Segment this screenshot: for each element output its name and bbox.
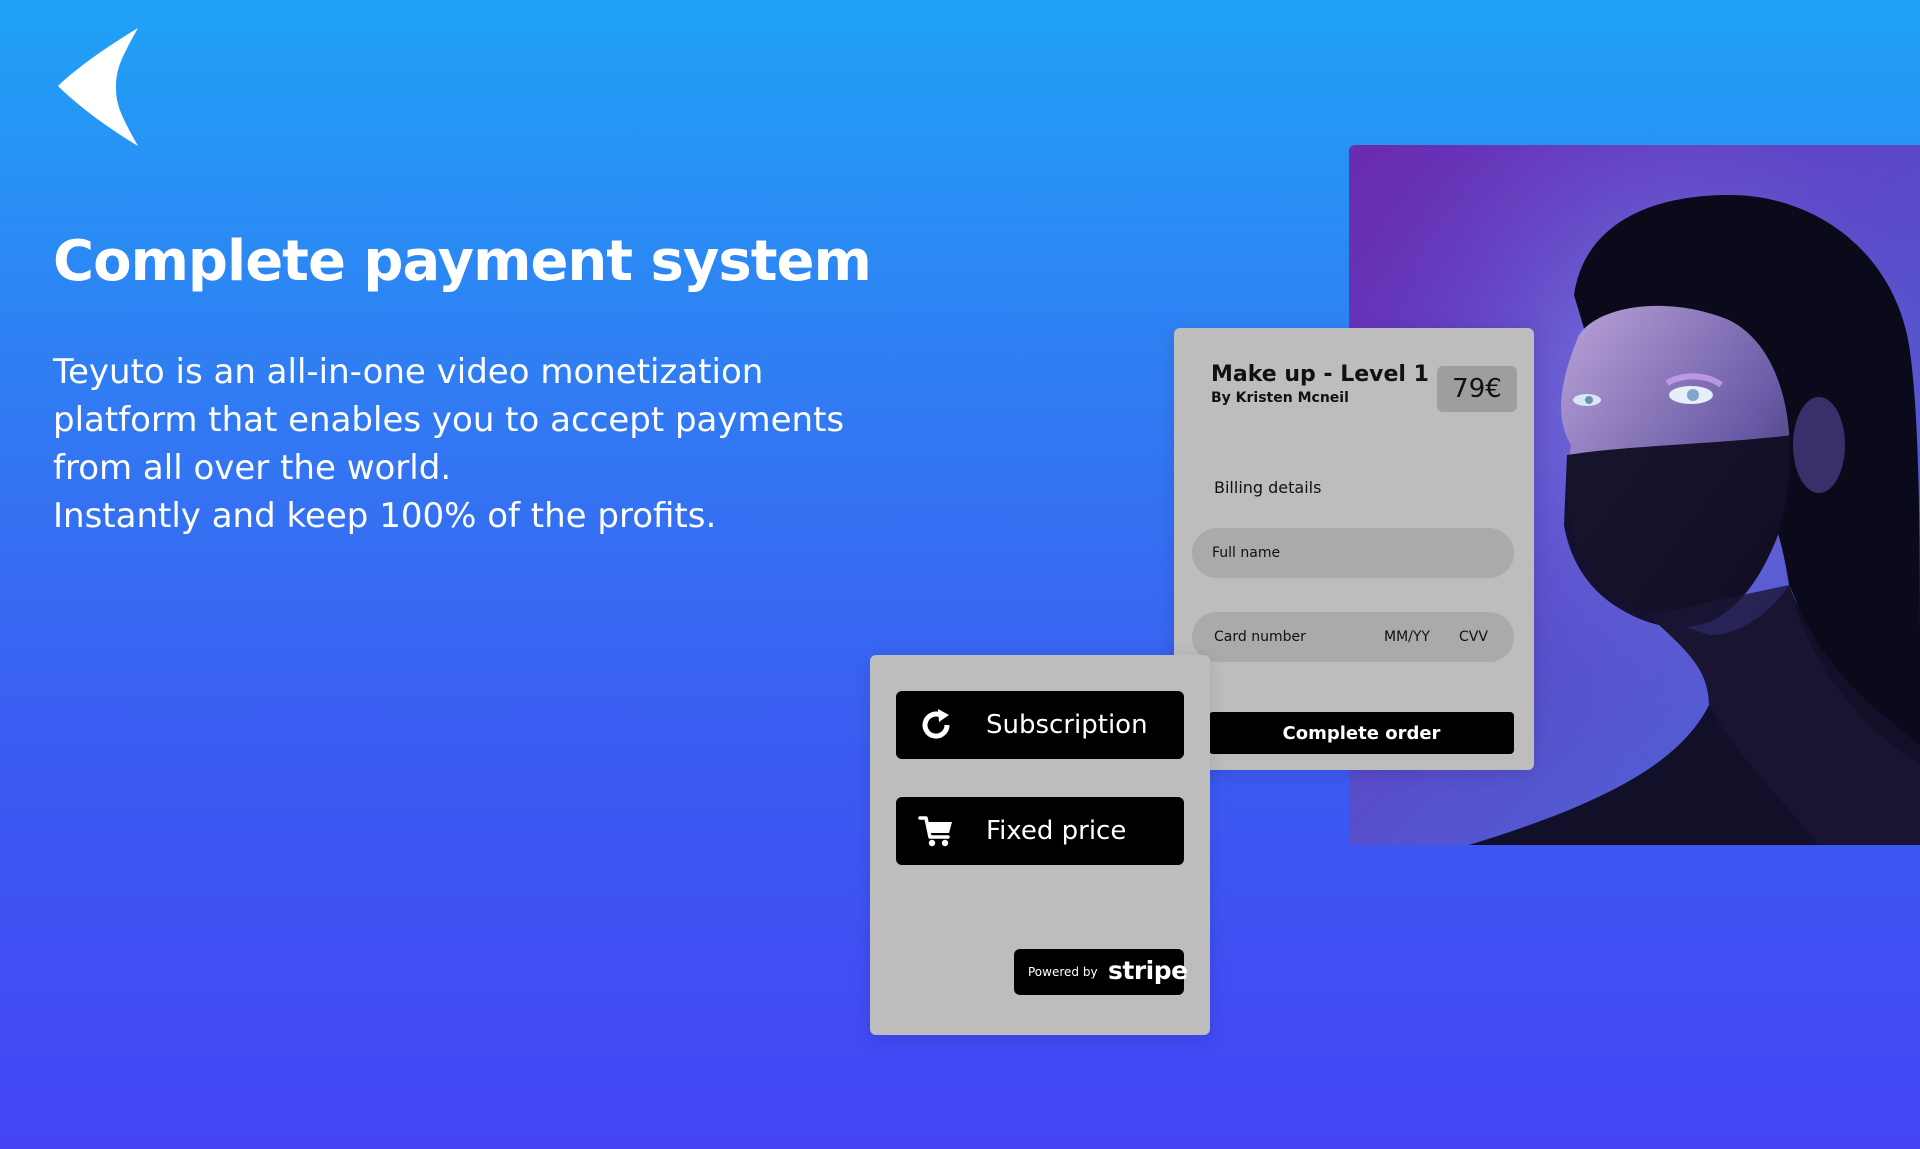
subscription-button[interactable]: Subscription bbox=[896, 691, 1184, 759]
description-line: Teyuto is an all-in-one video monetizati… bbox=[53, 352, 764, 392]
stripe-logo: stripe bbox=[1108, 956, 1188, 985]
cvv-placeholder: CVV bbox=[1459, 629, 1488, 645]
complete-order-button[interactable]: Complete order bbox=[1209, 712, 1514, 754]
description-line: Instantly and keep 100% of the profits. bbox=[53, 496, 717, 536]
expiry-placeholder: MM/YY bbox=[1384, 629, 1430, 645]
fixed-price-label: Fixed price bbox=[986, 816, 1127, 846]
course-title: Make up - Level 1 bbox=[1211, 362, 1429, 387]
price-badge: 79€ bbox=[1437, 366, 1517, 412]
arrowhead-logo-icon bbox=[56, 26, 140, 148]
cart-icon bbox=[918, 813, 954, 849]
description-line: from all over the world. bbox=[53, 448, 452, 488]
card-number-placeholder: Card number bbox=[1214, 629, 1306, 645]
full-name-field[interactable]: Full name bbox=[1192, 528, 1514, 578]
course-author: By Kristen Mcneil bbox=[1211, 390, 1349, 406]
powered-by-label: Powered by bbox=[1028, 965, 1098, 979]
billing-details-label: Billing details bbox=[1214, 478, 1322, 497]
refresh-icon bbox=[918, 707, 954, 743]
powered-by-stripe-badge[interactable]: Powered by stripe bbox=[1014, 949, 1188, 995]
pricing-options-card: Subscription Fixed price Powered by stri… bbox=[870, 655, 1210, 1035]
hero-description: Teyuto is an all-in-one video monetizati… bbox=[53, 348, 913, 540]
page-title: Complete payment system bbox=[53, 229, 872, 294]
card-details-field[interactable]: Card number MM/YY CVV bbox=[1192, 612, 1514, 662]
subscription-label: Subscription bbox=[986, 710, 1148, 740]
checkout-card: Make up - Level 1 By Kristen Mcneil 79€ … bbox=[1174, 328, 1534, 770]
description-line: platform that enables you to accept paym… bbox=[53, 400, 845, 440]
fixed-price-button[interactable]: Fixed price bbox=[896, 797, 1184, 865]
full-name-placeholder: Full name bbox=[1212, 545, 1281, 561]
